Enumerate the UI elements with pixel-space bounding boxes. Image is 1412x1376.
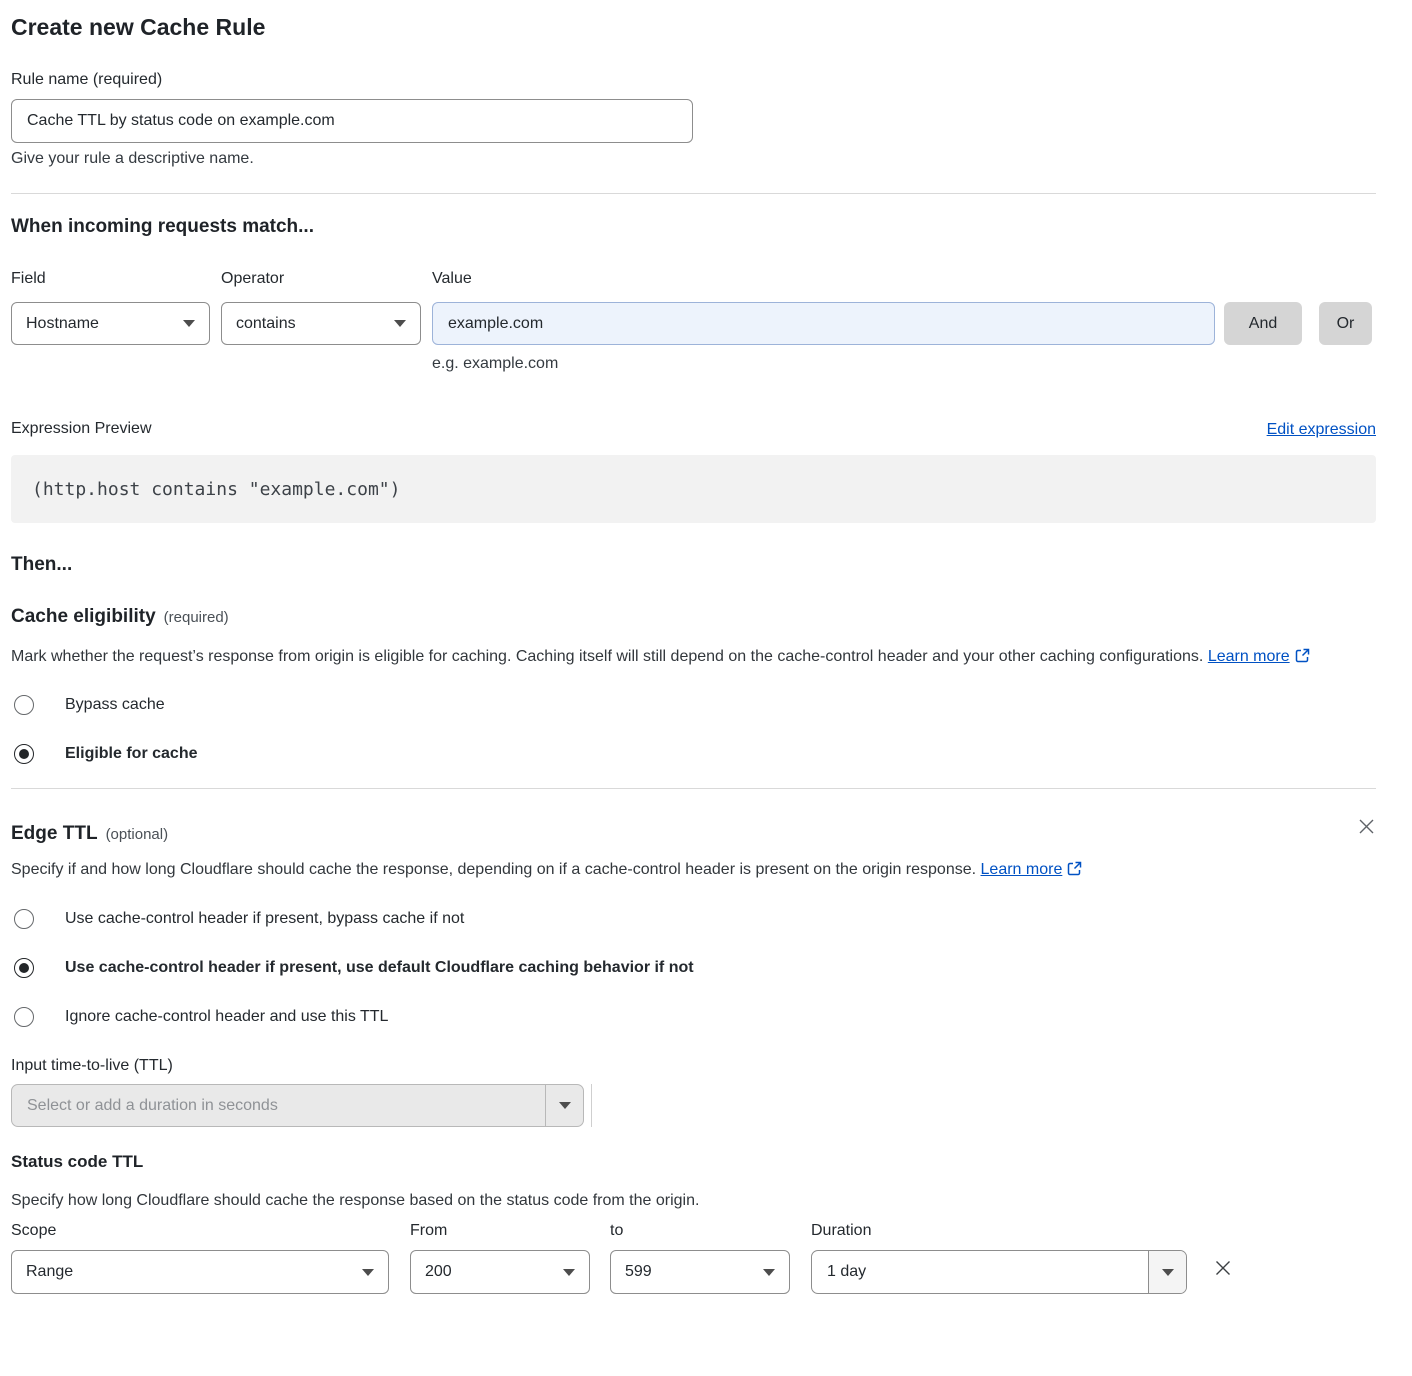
to-column: to 599 bbox=[610, 1221, 790, 1294]
scope-select-value: Range bbox=[26, 1263, 73, 1281]
field-column: Field Hostname bbox=[11, 269, 210, 345]
learn-more-link[interactable]: Learn more bbox=[1208, 648, 1290, 665]
expression-header-row: Expression Preview Edit expression bbox=[11, 419, 1376, 439]
ttl-input-label: Input time-to-live (TTL) bbox=[11, 1056, 1376, 1076]
connector-buttons: And Or bbox=[1215, 302, 1372, 345]
duration-column: Duration 1 day bbox=[811, 1221, 1187, 1294]
field-select-value: Hostname bbox=[26, 315, 99, 333]
rule-name-input[interactable] bbox=[11, 99, 693, 143]
operator-select[interactable]: contains bbox=[221, 302, 421, 345]
radio-button[interactable] bbox=[14, 958, 34, 978]
chevron-down-icon bbox=[763, 1269, 775, 1276]
section-divider bbox=[11, 193, 1376, 194]
value-label: Value bbox=[432, 269, 1215, 289]
from-column: From 200 bbox=[410, 1221, 590, 1294]
scope-column: Scope Range bbox=[11, 1221, 389, 1294]
operator-label: Operator bbox=[221, 269, 421, 289]
expression-code: (http.host contains "example.com") bbox=[32, 479, 400, 500]
edge-ttl-header: Edge TTL (optional) bbox=[11, 821, 1376, 847]
field-select[interactable]: Hostname bbox=[11, 302, 210, 345]
from-select[interactable]: 200 bbox=[410, 1250, 590, 1294]
duration-label: Duration bbox=[811, 1221, 1187, 1241]
page-title: Create new Cache Rule bbox=[11, 13, 1376, 41]
ttl-adjacent-edge bbox=[591, 1084, 592, 1127]
edit-expression-link[interactable]: Edit expression bbox=[1267, 421, 1376, 439]
duration-select-value: 1 day bbox=[812, 1251, 1148, 1293]
create-cache-rule-form: Create new Cache Rule Rule name (require… bbox=[0, 0, 1412, 1294]
optional-tag: (optional) bbox=[106, 826, 169, 843]
chevron-down-icon bbox=[394, 320, 406, 327]
chevron-down-icon bbox=[183, 320, 195, 327]
to-label: to bbox=[610, 1221, 790, 1241]
to-select-value: 599 bbox=[625, 1263, 652, 1281]
chevron-down-icon bbox=[1162, 1269, 1174, 1276]
cache-eligibility-description-text: Mark whether the request’s response from… bbox=[11, 648, 1203, 665]
field-label: Field bbox=[11, 269, 210, 289]
eligible-for-cache-option[interactable]: Eligible for cache bbox=[11, 743, 1376, 765]
radio-label: Use cache-control header if present, use… bbox=[65, 957, 694, 979]
rule-name-help: Give your rule a descriptive name. bbox=[11, 149, 1376, 169]
chevron-down-icon bbox=[362, 1269, 374, 1276]
rule-name-label: Rule name (required) bbox=[11, 70, 1376, 90]
radio-button[interactable] bbox=[14, 744, 34, 764]
cache-eligibility-heading: Cache eligibility bbox=[11, 604, 156, 630]
radio-label: Ignore cache-control header and use this… bbox=[65, 1006, 388, 1028]
radio-label: Use cache-control header if present, byp… bbox=[65, 908, 464, 930]
operator-select-value: contains bbox=[236, 315, 296, 333]
status-code-ttl-description: Specify how long Cloudflare should cache… bbox=[11, 1191, 1376, 1211]
value-input[interactable] bbox=[432, 302, 1215, 345]
cache-eligibility-header: Cache eligibility (required) bbox=[11, 604, 1376, 630]
status-code-ttl-heading: Status code TTL bbox=[11, 1151, 1376, 1172]
from-select-value: 200 bbox=[425, 1263, 452, 1281]
and-button[interactable]: And bbox=[1224, 302, 1302, 345]
expression-preview-box: (http.host contains "example.com") bbox=[11, 455, 1376, 523]
edge-ttl-description-text: Specify if and how long Cloudflare shoul… bbox=[11, 861, 976, 878]
edge-ttl-option-ignore[interactable]: Ignore cache-control header and use this… bbox=[11, 1006, 1376, 1028]
external-link-icon bbox=[1295, 648, 1310, 663]
or-button[interactable]: Or bbox=[1319, 302, 1372, 345]
required-tag: (required) bbox=[164, 609, 229, 626]
radio-button[interactable] bbox=[14, 909, 34, 929]
to-select[interactable]: 599 bbox=[610, 1250, 790, 1294]
value-column: Value e.g. example.com bbox=[432, 269, 1215, 374]
section-divider bbox=[11, 788, 1376, 789]
match-condition-row: Field Hostname Operator contains Value e… bbox=[11, 269, 1376, 374]
external-link-icon bbox=[1067, 861, 1082, 876]
chevron-down-icon bbox=[563, 1269, 575, 1276]
ttl-duration-select[interactable]: Select or add a duration in seconds bbox=[11, 1084, 584, 1127]
expression-preview-label: Expression Preview bbox=[11, 419, 152, 439]
bypass-cache-option[interactable]: Bypass cache bbox=[11, 694, 1376, 716]
ttl-dropdown-button[interactable] bbox=[545, 1085, 583, 1126]
radio-button[interactable] bbox=[14, 1007, 34, 1027]
radio-label: Bypass cache bbox=[65, 694, 165, 716]
ttl-combo-row: Select or add a duration in seconds bbox=[11, 1084, 1376, 1127]
then-heading: Then... bbox=[11, 552, 1376, 578]
cache-eligibility-description: Mark whether the request’s response from… bbox=[11, 643, 1376, 671]
from-label: From bbox=[410, 1221, 590, 1241]
edge-ttl-description: Specify if and how long Cloudflare shoul… bbox=[11, 856, 1116, 884]
operator-column: Operator contains bbox=[221, 269, 421, 345]
duration-select[interactable]: 1 day bbox=[811, 1250, 1187, 1294]
radio-label: Eligible for cache bbox=[65, 743, 197, 765]
remove-row-icon[interactable] bbox=[1213, 1258, 1233, 1283]
scope-label: Scope bbox=[11, 1221, 389, 1241]
edge-ttl-option-bypass[interactable]: Use cache-control header if present, byp… bbox=[11, 908, 1376, 930]
edge-ttl-option-default[interactable]: Use cache-control header if present, use… bbox=[11, 957, 1376, 979]
learn-more-link[interactable]: Learn more bbox=[981, 861, 1063, 878]
status-code-ttl-row: Scope Range From 200 to 599 Duration 1 d… bbox=[11, 1221, 1376, 1294]
close-icon[interactable] bbox=[1357, 817, 1376, 841]
match-heading: When incoming requests match... bbox=[11, 214, 1376, 240]
value-help: e.g. example.com bbox=[432, 354, 1215, 374]
duration-dropdown-button[interactable] bbox=[1148, 1251, 1186, 1293]
radio-button[interactable] bbox=[14, 695, 34, 715]
chevron-down-icon bbox=[559, 1102, 571, 1109]
edge-ttl-heading: Edge TTL bbox=[11, 821, 98, 847]
ttl-duration-placeholder: Select or add a duration in seconds bbox=[12, 1085, 545, 1126]
scope-select[interactable]: Range bbox=[11, 1250, 389, 1294]
